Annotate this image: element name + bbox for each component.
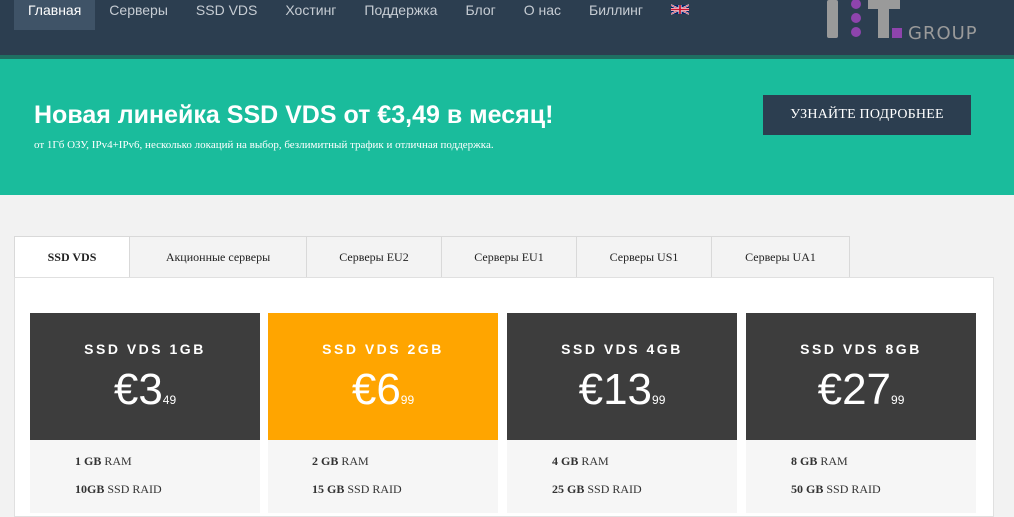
plan-name: SSD VDS 1GB (84, 341, 206, 357)
tab-eu1[interactable]: Серверы EU1 (442, 236, 577, 278)
feature-ram-label: RAM (341, 454, 369, 468)
plan-name: SSD VDS 2GB (322, 341, 444, 357)
feature-disk: 15 GB SSD RAID (312, 482, 402, 497)
site-logo[interactable]: GROUP (826, 0, 996, 44)
feature-ram-value: 4 GB (552, 454, 579, 468)
feature-ram: 8 GB RAM (791, 454, 848, 469)
logo-text: GROUP (908, 23, 978, 44)
plan-header: SSD VDS 1GB €349 (30, 313, 260, 440)
nav-item-servers[interactable]: Серверы (95, 0, 182, 30)
feature-ram-value: 1 GB (75, 454, 102, 468)
plan-header: SSD VDS 2GB €699 (268, 313, 498, 440)
feature-disk-label: SSD RAID (826, 482, 881, 496)
price-cents: 99 (400, 393, 415, 407)
learn-more-button[interactable]: УЗНАЙТЕ ПОДРОБНЕЕ (763, 95, 971, 135)
server-tabs: SSD VDS Акционные серверы Серверы EU2 Се… (14, 236, 850, 278)
nav-item-ssd-vds[interactable]: SSD VDS (182, 0, 271, 30)
nav-item-blog[interactable]: Блог (451, 0, 509, 30)
plan-features: 8 GB RAM 50 GB SSD RAID (746, 440, 976, 513)
price-cents: 49 (162, 393, 177, 407)
plan-price: €349 (30, 365, 260, 415)
plan-card-1gb[interactable]: SSD VDS 1GB €349 1 GB RAM 10GB SSD RAID (30, 313, 260, 513)
price-amount: €6 (351, 365, 401, 414)
price-cents: 99 (652, 393, 666, 407)
plan-price: €2799 (746, 365, 976, 415)
feature-disk-value: 10GB (75, 482, 105, 496)
main-menu: Главная Серверы SSD VDS Хостинг Поддержк… (14, 0, 703, 30)
feature-ram-label: RAM (820, 454, 848, 468)
plan-features: 4 GB RAM 25 GB SSD RAID (507, 440, 737, 513)
promo-subtitle: от 1Гб ОЗУ, IPv4+IPv6, несколько локаций… (34, 139, 494, 151)
price-cents: 99 (891, 393, 905, 407)
promo-title: Новая линейка SSD VDS от €3,49 в месяц! (34, 101, 554, 129)
plan-header: SSD VDS 4GB €1399 (507, 313, 737, 440)
feature-ram-label: RAM (104, 454, 132, 468)
feature-ram: 4 GB RAM (552, 454, 609, 469)
nav-item-support[interactable]: Поддержка (350, 0, 451, 30)
uk-flag-icon (671, 4, 690, 15)
language-switch[interactable] (657, 0, 703, 30)
feature-disk-value: 25 GB (552, 482, 585, 496)
plan-header: SSD VDS 8GB €2799 (746, 313, 976, 440)
feature-disk: 25 GB SSD RAID (552, 482, 642, 497)
nav-item-billing[interactable]: Биллинг (575, 0, 657, 30)
tab-promo-servers[interactable]: Акционные серверы (130, 236, 307, 278)
feature-ram: 1 GB RAM (75, 454, 132, 469)
tab-ssd-vds[interactable]: SSD VDS (14, 236, 130, 278)
feature-ram: 2 GB RAM (312, 454, 369, 469)
plan-name: SSD VDS 8GB (800, 341, 922, 357)
plan-features: 2 GB RAM 15 GB SSD RAID (268, 440, 498, 513)
feature-disk: 50 GB SSD RAID (791, 482, 881, 497)
feature-disk-label: SSD RAID (587, 482, 642, 496)
plan-price: €699 (268, 365, 498, 415)
feature-ram-label: RAM (581, 454, 609, 468)
plan-price: €1399 (507, 365, 737, 415)
tab-us1[interactable]: Серверы US1 (577, 236, 712, 278)
feature-disk-value: 50 GB (791, 482, 824, 496)
plan-features: 1 GB RAM 10GB SSD RAID (30, 440, 260, 513)
plan-card-4gb[interactable]: SSD VDS 4GB €1399 4 GB RAM 25 GB SSD RAI… (507, 313, 737, 513)
feature-disk: 10GB SSD RAID (75, 482, 162, 497)
feature-disk-label: SSD RAID (107, 482, 162, 496)
price-amount: €13 (578, 365, 653, 414)
plan-card-2gb[interactable]: SSD VDS 2GB €699 2 GB RAM 15 GB SSD RAID (268, 313, 498, 513)
feature-disk-label: SSD RAID (347, 482, 402, 496)
price-amount: €3 (113, 365, 163, 414)
promo-banner: Новая линейка SSD VDS от €3,49 в месяц! … (0, 59, 1014, 195)
top-navbar: Главная Серверы SSD VDS Хостинг Поддержк… (0, 0, 1014, 55)
feature-ram-value: 8 GB (791, 454, 818, 468)
tab-ua1[interactable]: Серверы UA1 (712, 236, 850, 278)
tab-eu2[interactable]: Серверы EU2 (307, 236, 442, 278)
nav-item-hosting[interactable]: Хостинг (271, 0, 350, 30)
price-amount: €27 (817, 365, 892, 414)
plan-name: SSD VDS 4GB (561, 341, 683, 357)
feature-disk-value: 15 GB (312, 482, 345, 496)
feature-ram-value: 2 GB (312, 454, 339, 468)
logo-mark-icon: GROUP (827, 0, 978, 44)
plan-card-8gb[interactable]: SSD VDS 8GB €2799 8 GB RAM 50 GB SSD RAI… (746, 313, 976, 513)
nav-item-home[interactable]: Главная (14, 0, 96, 30)
nav-item-about[interactable]: О нас (510, 0, 575, 30)
